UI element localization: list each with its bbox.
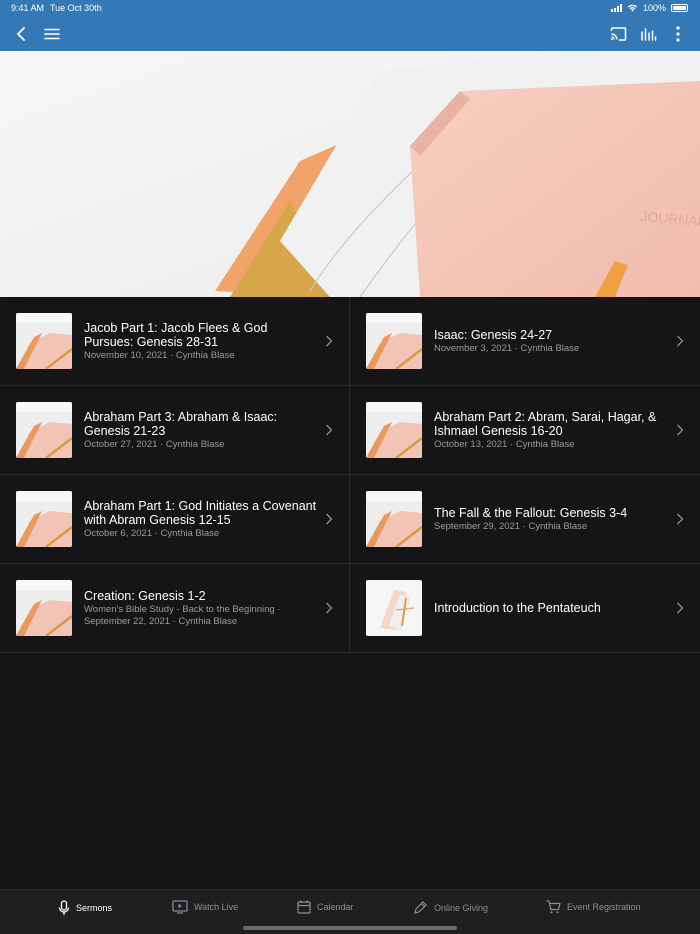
sermon-meta: October 27, 2021 · Cynthia Blase bbox=[84, 438, 225, 450]
chevron-right-icon bbox=[677, 424, 684, 436]
sermon-item[interactable]: Abraham Part 2: Abram, Sarai, Hagar, & I… bbox=[350, 386, 700, 474]
sermon-title: Introduction to the Pentateuch bbox=[434, 601, 601, 615]
sermon-text: The Fall & the Fallout: Genesis 3-4 Sept… bbox=[434, 475, 670, 563]
chevron-right-icon bbox=[326, 335, 333, 347]
pen-icon bbox=[414, 901, 427, 914]
sermon-item[interactable]: Isaac: Genesis 24-27 November 3, 2021 · … bbox=[350, 297, 700, 385]
tab-watch-live[interactable]: Watch Live bbox=[172, 900, 238, 914]
status-bar: 9:41 AM Tue Oct 30th 100% bbox=[0, 0, 700, 16]
sermon-item[interactable]: Abraham Part 1: God Initiates a Covenant… bbox=[0, 475, 350, 563]
sermon-title: Abraham Part 2: Abram, Sarai, Hagar, & I… bbox=[434, 409, 657, 438]
home-indicator[interactable] bbox=[243, 926, 457, 930]
sermon-title: Jacob Part 1: Jacob Flees & God Pursues:… bbox=[84, 320, 268, 349]
sermon-thumbnail bbox=[16, 313, 72, 369]
sermon-item[interactable]: The Fall & the Fallout: Genesis 3-4 Sept… bbox=[350, 475, 700, 563]
sermon-text: Abraham Part 2: Abram, Sarai, Hagar, & I… bbox=[434, 386, 670, 474]
sermon-meta: September 29, 2021 · Cynthia Blase bbox=[434, 520, 588, 532]
status-time: 9:41 AM bbox=[11, 3, 45, 13]
tab-label: Online Giving bbox=[434, 902, 489, 913]
play-screen-icon bbox=[172, 900, 188, 914]
battery-icon bbox=[671, 4, 688, 12]
sermon-title: Abraham Part 3: Abraham & Isaac: Genesis… bbox=[84, 409, 278, 438]
chevron-right-icon bbox=[326, 602, 333, 614]
app-screen: 9:41 AM Tue Oct 30th 100% JOURNAL Jacob … bbox=[0, 0, 700, 934]
tab-online-giving[interactable]: Online Giving bbox=[413, 900, 488, 915]
signal-icon bbox=[610, 4, 622, 12]
wifi-icon bbox=[627, 4, 638, 12]
sermon-row: Abraham Part 1: God Initiates a Covenant… bbox=[0, 475, 700, 564]
chevron-right-icon bbox=[677, 513, 684, 525]
audio-button[interactable] bbox=[636, 22, 660, 46]
sermon-text: Creation: Genesis 1-2 Women's Bible Stud… bbox=[84, 564, 320, 652]
tab-bar: Sermons Watch Live Calendar Online Givin… bbox=[0, 889, 700, 934]
tab-event-registration[interactable]: Event Registration bbox=[546, 900, 641, 914]
hero-image: JOURNAL bbox=[0, 51, 700, 297]
sermon-grid: Jacob Part 1: Jacob Flees & God Pursues:… bbox=[0, 297, 700, 653]
chevron-right-icon bbox=[326, 424, 333, 436]
chevron-right-icon bbox=[677, 602, 684, 614]
sermon-meta: November 10, 2021 · Cynthia Blase bbox=[84, 349, 235, 361]
sermon-thumbnail bbox=[16, 491, 72, 547]
sermon-text: Abraham Part 3: Abraham & Isaac: Genesis… bbox=[84, 386, 320, 474]
sermon-text: Isaac: Genesis 24-27 November 3, 2021 · … bbox=[434, 297, 670, 385]
calendar-icon bbox=[297, 900, 311, 914]
sermon-thumbnail bbox=[366, 313, 422, 369]
tab-label: Watch Live bbox=[194, 902, 239, 912]
sermon-title: The Fall & the Fallout: Genesis 3-4 bbox=[434, 505, 628, 520]
chevron-right-icon bbox=[326, 513, 333, 525]
sermon-meta: October 13, 2021 · Cynthia Blase bbox=[434, 438, 575, 450]
sermon-item[interactable]: Introduction to the Pentateuch bbox=[350, 564, 700, 652]
back-button[interactable] bbox=[9, 22, 33, 46]
tab-label: Event Registration bbox=[567, 902, 641, 912]
sermon-item[interactable]: Jacob Part 1: Jacob Flees & God Pursues:… bbox=[0, 297, 350, 385]
sermon-meta: Women's Bible Study - Back to the Beginn… bbox=[84, 603, 281, 627]
status-date: Tue Oct 30th bbox=[50, 3, 102, 13]
hamburger-icon bbox=[44, 28, 60, 40]
sermon-title: Creation: Genesis 1-2 bbox=[84, 588, 206, 603]
sermon-item[interactable]: Creation: Genesis 1-2 Women's Bible Stud… bbox=[0, 564, 350, 652]
status-indicators: 100% bbox=[610, 3, 688, 13]
sermon-thumbnail bbox=[366, 402, 422, 458]
sermon-thumbnail bbox=[16, 402, 72, 458]
cast-icon bbox=[610, 27, 626, 41]
sermon-thumbnail bbox=[366, 491, 422, 547]
sermon-text: Introduction to the Pentateuch bbox=[434, 564, 670, 652]
sermon-meta: November 3, 2021 · Cynthia Blase bbox=[434, 342, 580, 354]
sermon-meta: October 6, 2021 · Cynthia Blase bbox=[84, 527, 220, 539]
sermon-thumbnail bbox=[16, 580, 72, 636]
menu-button[interactable] bbox=[40, 22, 64, 46]
audio-bars-icon bbox=[640, 28, 656, 41]
chevron-left-icon bbox=[17, 27, 25, 41]
sermon-row: Jacob Part 1: Jacob Flees & God Pursues:… bbox=[0, 297, 700, 386]
tab-label: Sermons bbox=[76, 903, 113, 913]
sermon-text: Abraham Part 1: God Initiates a Covenant… bbox=[84, 475, 320, 563]
chevron-right-icon bbox=[677, 335, 684, 347]
cart-icon bbox=[546, 900, 561, 914]
sermon-item[interactable]: Abraham Part 3: Abraham & Isaac: Genesis… bbox=[0, 386, 350, 474]
tab-calendar[interactable]: Calendar bbox=[297, 900, 354, 914]
sermon-row: Abraham Part 3: Abraham & Isaac: Genesis… bbox=[0, 386, 700, 475]
microphone-icon bbox=[58, 900, 70, 915]
sermon-text: Jacob Part 1: Jacob Flees & God Pursues:… bbox=[84, 297, 320, 385]
sermon-title: Abraham Part 1: God Initiates a Covenant… bbox=[84, 498, 317, 527]
battery-percent: 100% bbox=[642, 3, 666, 13]
more-button[interactable] bbox=[666, 22, 690, 46]
sermon-row: Creation: Genesis 1-2 Women's Bible Stud… bbox=[0, 564, 700, 653]
more-vertical-icon bbox=[676, 26, 680, 42]
sermon-thumbnail bbox=[366, 580, 422, 636]
sermon-title: Isaac: Genesis 24-27 bbox=[434, 327, 553, 342]
cast-button[interactable] bbox=[606, 22, 630, 46]
tab-label: Calendar bbox=[317, 902, 354, 912]
tab-sermons[interactable]: Sermons bbox=[58, 900, 112, 916]
nav-bar bbox=[0, 16, 700, 51]
